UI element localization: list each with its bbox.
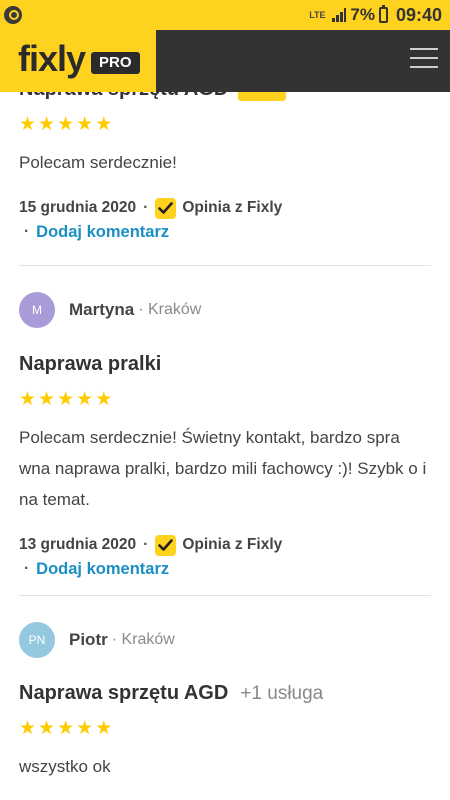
music-app-icon [4,6,22,24]
hamburger-menu-icon[interactable] [410,48,438,72]
star-icon: ★ [95,114,113,135]
review-text: Polecam serdecznie! Świetny kontakt, bar… [19,428,427,509]
signal-icon [332,8,347,22]
logo-text: fixly [18,38,86,79]
review-meta: 15 grudnia 2020 · Opinia z Fixly · Dodaj… [19,196,431,244]
star-icon: ★ [38,114,56,135]
review-item: Naprawa sprzętu AGD +1 usługa ★ ★ ★ ★ ★ … [19,682,431,782]
clock: 09:40 [395,4,442,25]
avatar-initials: PN [28,633,46,647]
add-comment-link[interactable]: Dodaj komentarz [36,223,169,242]
extra-services-count[interactable]: +1 usługa [240,683,323,705]
review-item: Naprawa pralki ★ ★ ★ ★ ★ Polecam serdecz… [19,353,431,581]
avatar: M [19,292,55,328]
star-icon: ★ [19,389,37,410]
separator-dot: · [24,560,30,577]
status-indicators: LTE 7% 09:40 [306,4,442,26]
star-icon: ★ [19,114,37,135]
service-tag [238,92,287,101]
author-city: · Kraków [138,301,202,318]
review-date: 15 grudnia 2020 [19,199,137,216]
verified-check-icon [155,197,177,219]
status-bar: LTE 7% 09:40 [0,0,450,30]
author-name: Piotr [69,630,108,649]
star-icon: ★ [76,114,94,135]
star-icon: ★ [57,718,75,739]
star-icon: ★ [57,389,75,410]
review-service-title: Naprawa sprzętu AGD +1 usługa [19,682,431,705]
star-icon: ★ [38,389,56,410]
star-icon: ★ [19,718,37,739]
review-author: M Martyna · Kraków [19,292,431,328]
author-name: Martyna [69,300,135,319]
star-icon: ★ [76,389,94,410]
lte-indicator: LTE [309,9,326,20]
review-service-title: Naprawa sprzętu AGD [19,92,431,101]
service-title-text: Naprawa sprzętu AGD [19,92,228,101]
service-title-text: Naprawa pralki [19,353,162,375]
review-author: PN Piotr · Kraków [19,622,431,658]
battery-icon [378,5,388,23]
star-icon: ★ [76,718,94,739]
verified-check-icon [155,534,177,556]
rating-stars: ★ ★ ★ ★ ★ [19,719,431,739]
star-icon: ★ [38,718,56,739]
review-text: Polecam serdecznie! [19,153,177,172]
avatar: PN [19,622,55,658]
star-icon: ★ [95,389,113,410]
app-header: fixly PRO [0,30,450,92]
author-city: · Kraków [111,631,175,648]
rating-stars: ★ ★ ★ ★ ★ [19,390,431,410]
separator-dot: · [143,536,149,553]
review-service-title: Naprawa pralki [19,353,431,376]
divider [19,595,431,596]
review-item: Naprawa sprzętu AGD ★ ★ ★ ★ ★ Polecam se… [19,92,431,244]
review-meta: 13 grudnia 2020 · Opinia z Fixly · Dodaj… [19,533,431,581]
logo[interactable]: fixly PRO [0,30,156,92]
star-icon: ★ [95,718,113,739]
avatar-initials: M [32,303,42,317]
service-title-text: Naprawa sprzętu AGD [19,682,229,704]
review-text: wszystko ok [19,757,111,776]
separator-dot: · [24,223,30,240]
review-date: 13 grudnia 2020 [19,536,137,553]
battery-percent: 7% [350,5,375,24]
add-comment-link[interactable]: Dodaj komentarz [36,560,169,579]
star-icon: ★ [57,114,75,135]
verified-label: Opinia z Fixly [182,199,283,216]
pro-badge: PRO [91,52,140,74]
divider [19,265,431,266]
verified-label: Opinia z Fixly [182,536,283,553]
reviews-list[interactable]: Naprawa sprzętu AGD ★ ★ ★ ★ ★ Polecam se… [0,92,450,800]
rating-stars: ★ ★ ★ ★ ★ [19,115,431,135]
separator-dot: · [143,199,149,216]
